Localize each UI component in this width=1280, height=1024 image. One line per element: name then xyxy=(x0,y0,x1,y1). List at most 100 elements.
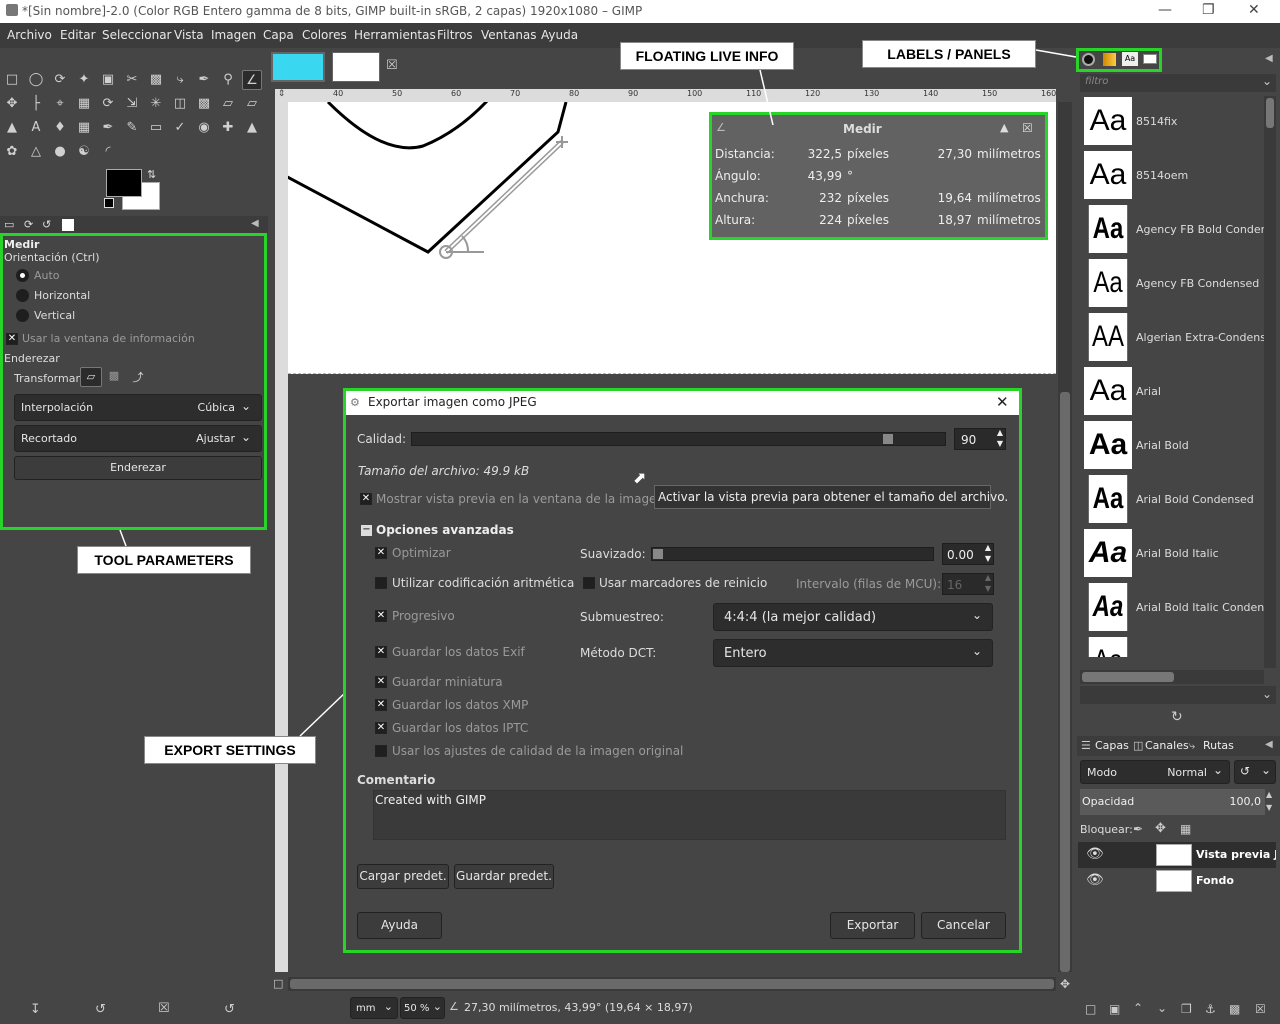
smoothing-slider[interactable] xyxy=(651,547,934,561)
eye-icon[interactable]: 👁 xyxy=(1086,846,1104,862)
composite-mode-select[interactable]: ↺ ⌄ xyxy=(1234,760,1276,784)
layer-thumbnail xyxy=(1156,870,1192,892)
save-defaults-button[interactable]: Guardar predet. xyxy=(454,864,554,889)
save-thumbnail-label: Guardar miniatura xyxy=(392,675,503,689)
use-original-quality-checkbox[interactable] xyxy=(375,745,387,757)
font-name: Agency FB Condensed xyxy=(1136,277,1260,290)
spin-down-icon[interactable]: ▼ xyxy=(997,439,1003,448)
save-exif-checkbox[interactable]: ✕ xyxy=(375,646,387,658)
font-list-scrollbar[interactable] xyxy=(1264,96,1276,668)
tab-channels[interactable]: Canales xyxy=(1145,739,1189,752)
delete-icon[interactable]: ☒ xyxy=(158,1001,170,1016)
comment-textarea[interactable]: Created with GIMP xyxy=(373,790,1006,840)
restart-markers-checkbox[interactable] xyxy=(583,577,595,589)
font-view-select[interactable]: ⌄ xyxy=(1080,686,1276,704)
quickmask-icon[interactable]: □ xyxy=(273,977,283,990)
raise-layer-icon[interactable]: ⌃ xyxy=(1133,1001,1143,1015)
arithmetic-coding-checkbox[interactable] xyxy=(375,577,387,589)
font-list-item[interactable]: Aa Arial xyxy=(1084,367,1264,417)
save-thumbnail-checkbox[interactable]: ✕ xyxy=(375,676,387,688)
dct-select[interactable]: Entero ⌄ xyxy=(713,639,993,667)
font-list-item[interactable]: Aa 8514fix xyxy=(1084,97,1264,147)
spin-down-icon[interactable]: ▼ xyxy=(1266,803,1272,812)
load-defaults-button[interactable]: Cargar predet. xyxy=(357,864,449,889)
refresh-fonts-icon[interactable]: ↻ xyxy=(1171,709,1183,725)
navigate-icon[interactable]: ✥ xyxy=(1060,977,1070,991)
lower-layer-icon[interactable]: ⌄ xyxy=(1157,1001,1167,1015)
restore-defaults-icon[interactable]: ↺ xyxy=(224,1002,235,1017)
fonts-tab-icon[interactable]: Aa xyxy=(1122,52,1138,66)
spin-up-icon[interactable]: ▲ xyxy=(997,428,1003,437)
new-group-icon[interactable]: ▣ xyxy=(1109,1002,1120,1016)
layer-row[interactable]: 👁 Fondo xyxy=(1078,868,1276,894)
save-iptc-checkbox[interactable]: ✕ xyxy=(375,722,387,734)
configure-tab-icon[interactable]: ◀ xyxy=(1265,739,1273,750)
lock-position-icon[interactable]: ✥ xyxy=(1155,821,1166,836)
zoom-select[interactable]: 50 % ⌄ xyxy=(400,997,445,1019)
quality-spinner[interactable]: 90 ▲ ▼ xyxy=(954,428,1006,450)
subsampling-select[interactable]: 4:4:4 (la mejor calidad) ⌄ xyxy=(713,603,993,631)
font-list-item[interactable]: Aa Arial Bold xyxy=(1084,421,1264,471)
subsampling-value: 4:4:4 (la mejor calidad) xyxy=(724,610,877,625)
lock-alpha-icon[interactable]: ▦ xyxy=(1180,822,1191,836)
opacity-value: 100,0 xyxy=(1229,795,1262,808)
duplicate-layer-icon[interactable]: ❐ xyxy=(1181,1002,1192,1016)
restart-markers-label: Usar marcadores de reinicio xyxy=(599,576,768,590)
quality-slider[interactable] xyxy=(411,432,946,446)
new-layer-icon[interactable]: □ xyxy=(1085,1002,1096,1016)
font-filter-input[interactable]: filtro ⌄ xyxy=(1080,74,1276,92)
show-preview-checkbox[interactable]: ✕ xyxy=(360,493,372,505)
spin-down-icon[interactable]: ▼ xyxy=(985,554,991,563)
tab-paths[interactable]: Rutas xyxy=(1203,739,1234,752)
document-history-tab-icon[interactable] xyxy=(1143,54,1157,64)
font-list-item[interactable]: Aa 8514oem xyxy=(1084,151,1264,201)
delete-layer-icon[interactable]: ☒ xyxy=(1255,1002,1266,1016)
configure-tab-icon[interactable]: ◀ xyxy=(1265,53,1273,64)
cancel-button[interactable]: Cancelar xyxy=(921,912,1006,939)
save-options-icon[interactable]: ↧ xyxy=(30,1002,41,1017)
unit-value: mm xyxy=(356,1003,376,1014)
progressive-checkbox[interactable]: ✕ xyxy=(375,610,387,622)
spin-up-icon[interactable]: ▲ xyxy=(1266,790,1272,799)
vertical-scrollbar[interactable] xyxy=(1058,102,1072,972)
horizontal-scrollbar[interactable] xyxy=(288,977,1056,991)
unit-select[interactable]: mm ⌄ xyxy=(350,997,398,1019)
save-iptc-label: Guardar los datos IPTC xyxy=(392,721,529,735)
font-list-item[interactable]: Aa Arial Condensed xyxy=(1084,637,1264,657)
font-list-item[interactable]: Aa Agency FB Condensed xyxy=(1084,259,1264,309)
composite-mode-icon: ↺ xyxy=(1240,764,1251,778)
collapse-icon[interactable]: − xyxy=(361,525,372,536)
tab-layers[interactable]: Capas xyxy=(1095,739,1129,752)
font-list-item[interactable]: Aa Agency FB Bold Condensed xyxy=(1084,205,1264,255)
save-xmp-checkbox[interactable]: ✕ xyxy=(375,699,387,711)
interval-spinner[interactable]: 16 ▲ ▼ xyxy=(942,573,994,595)
font-preview: Aa xyxy=(1084,367,1132,415)
anchor-layer-icon[interactable]: ⚓ xyxy=(1205,1002,1216,1016)
brushes-tab-icon[interactable] xyxy=(1082,53,1095,66)
font-list-item[interactable]: Aa Arial Bold Italic xyxy=(1084,529,1264,579)
smoothing-spinner[interactable]: 0.00 ▲ ▼ xyxy=(942,543,994,565)
font-list-item[interactable]: Aa Arial Bold Condensed xyxy=(1084,475,1264,525)
quality-slider-thumb[interactable] xyxy=(882,434,893,444)
spin-up-icon[interactable]: ▲ xyxy=(985,573,991,582)
advanced-options-expander[interactable]: Opciones avanzadas xyxy=(376,523,514,537)
mask-layer-icon[interactable]: ▩ xyxy=(1229,1002,1240,1016)
spin-up-icon[interactable]: ▲ xyxy=(985,543,991,552)
font-list-item[interactable]: Aa Arial Bold Italic Condensed xyxy=(1084,583,1264,633)
font-list-hscrollbar[interactable] xyxy=(1080,670,1264,684)
optimize-checkbox[interactable]: ✕ xyxy=(375,547,387,559)
layer-mode-select[interactable]: Modo Normal ⌄ xyxy=(1080,760,1230,784)
progressive-label: Progresivo xyxy=(392,609,455,623)
patterns-tab-icon[interactable] xyxy=(1103,53,1116,66)
preview-tooltip: Activar la vista previa para obtener el … xyxy=(654,485,1008,509)
layer-row[interactable]: 👁 Vista previa JP xyxy=(1078,842,1276,868)
help-button[interactable]: Ayuda xyxy=(357,912,442,939)
font-preview: Aa xyxy=(1088,259,1128,307)
font-list-item[interactable]: AA Algerian Extra-Condensed xyxy=(1084,313,1264,363)
reset-icon[interactable]: ↺ xyxy=(95,1002,106,1017)
spin-down-icon[interactable]: ▼ xyxy=(985,584,991,593)
lock-pixels-icon[interactable]: ✒ xyxy=(1133,822,1143,836)
opacity-slider[interactable]: Opacidad 100,0 xyxy=(1080,789,1265,815)
eye-icon[interactable]: 👁 xyxy=(1086,872,1104,888)
export-button[interactable]: Exportar xyxy=(830,912,915,939)
